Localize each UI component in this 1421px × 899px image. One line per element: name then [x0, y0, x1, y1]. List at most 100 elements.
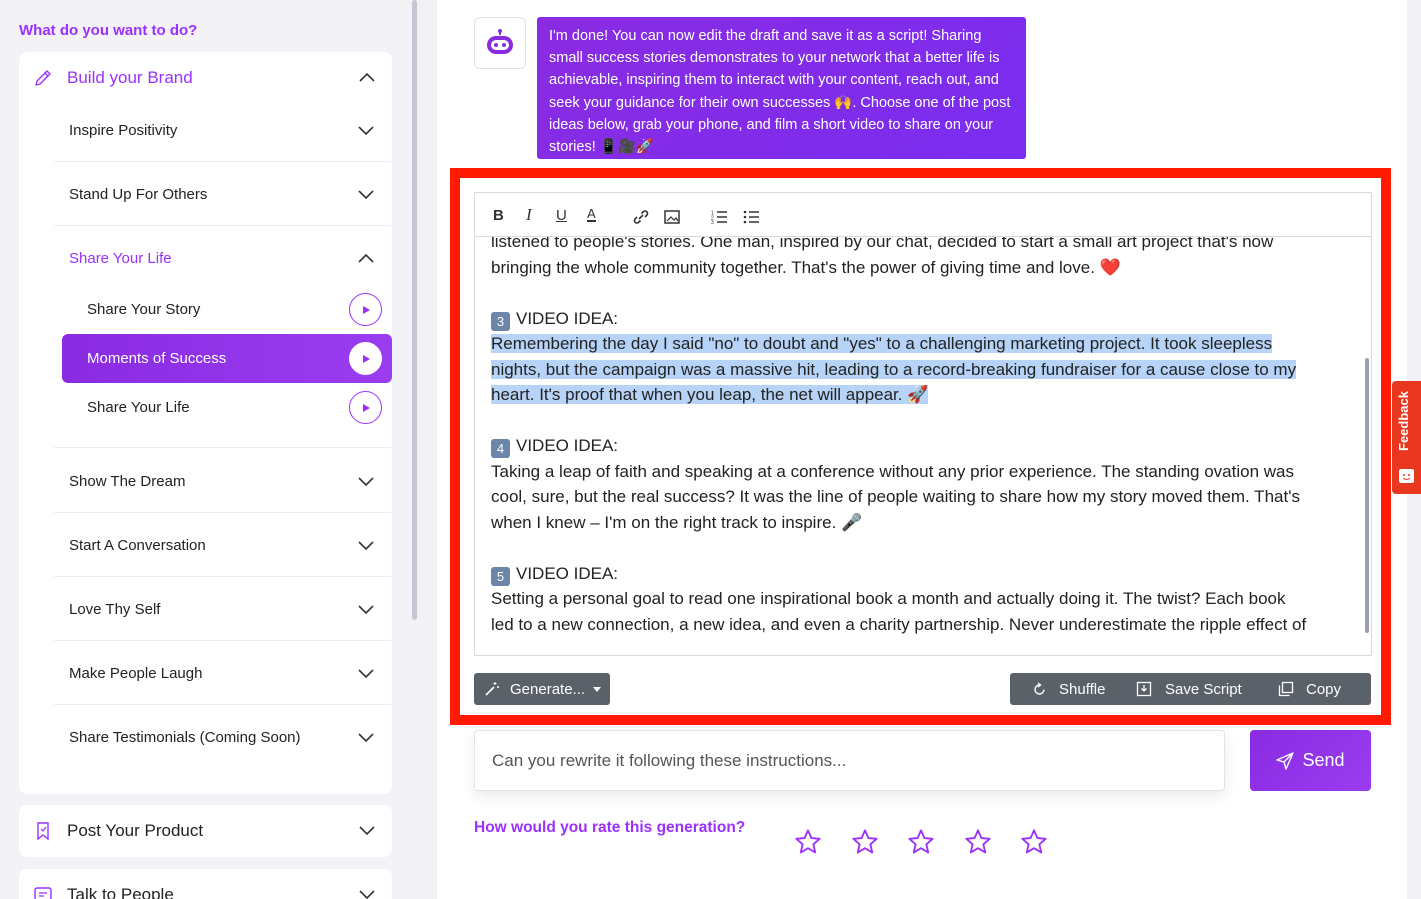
- sidebar-item-share-testimonials[interactable]: Share Testimonials (Coming Soon): [54, 705, 391, 769]
- save-icon: [1136, 681, 1152, 697]
- star-icon[interactable]: [851, 828, 879, 856]
- chevron-down-icon: [359, 826, 375, 836]
- post-product-title: Post Your Product: [67, 821, 204, 840]
- star-icon[interactable]: [964, 828, 992, 856]
- text-color-button[interactable]: A: [587, 206, 596, 222]
- sidebar-scrollbar[interactable]: [412, 0, 417, 620]
- refresh-icon: [1034, 681, 1045, 695]
- idea-heading: 5 VIDEO IDEA:: [491, 561, 1351, 587]
- post-product-card[interactable]: Post Your Product: [19, 805, 392, 857]
- bot-avatar: [474, 17, 526, 69]
- sidebar-item-label: Share Your Life: [69, 250, 172, 267]
- chevron-up-icon: [358, 253, 374, 263]
- talk-people-header[interactable]: Talk to People: [19, 869, 392, 899]
- post-product-header[interactable]: Post Your Product: [19, 805, 392, 857]
- sidebar-item-label: Stand Up For Others: [69, 186, 208, 203]
- shuffle-button[interactable]: Shuffle: [1032, 673, 1105, 705]
- play-icon[interactable]: [349, 342, 382, 375]
- idea-heading-text: VIDEO IDEA:: [516, 436, 619, 455]
- idea-heading: 3 VIDEO IDEA:: [491, 306, 1351, 332]
- text-line: heart. It's proof that when you leap, th…: [491, 382, 1351, 408]
- text-line: Setting a personal goal to read one insp…: [491, 589, 1286, 608]
- feedback-tab[interactable]: Feedback: [1392, 381, 1421, 494]
- build-brand-card: Build your Brand Inspire Positivity Stan…: [19, 52, 392, 794]
- chevron-down-icon: [358, 541, 374, 551]
- sidebar-heading: What do you want to do?: [19, 22, 198, 39]
- build-brand-title: Build your Brand: [67, 68, 193, 87]
- play-icon[interactable]: [349, 293, 382, 326]
- chevron-down-icon: [358, 605, 374, 615]
- ordered-list-icon[interactable]: 123: [711, 207, 728, 227]
- caret-down-icon: [593, 686, 602, 692]
- text-line: bringing the whole community together. T…: [491, 257, 1121, 277]
- link-icon[interactable]: [632, 207, 650, 227]
- editor-content[interactable]: listened to people's stories. One man, i…: [491, 229, 1351, 637]
- text-line: Taking a leap of faith and speaking at a…: [491, 461, 1294, 481]
- robot-icon: [487, 29, 513, 54]
- send-button[interactable]: Send: [1250, 730, 1371, 791]
- copy-label: Copy: [1306, 680, 1342, 698]
- instruction-input[interactable]: [474, 730, 1225, 791]
- generate-label: Generate...: [510, 680, 586, 698]
- star-icon[interactable]: [1020, 828, 1048, 856]
- leaf-moments-of-success[interactable]: Moments of Success: [62, 334, 392, 383]
- send-icon: [1276, 751, 1295, 770]
- sidebar: What do you want to do? Build your Brand…: [0, 0, 418, 899]
- generate-button[interactable]: Generate...: [474, 673, 610, 705]
- talk-people-title: Talk to People: [67, 885, 174, 899]
- text-line: cool, sure, but the real success? It was…: [491, 487, 1300, 506]
- leaf-label: Share Your Life: [87, 399, 190, 416]
- copy-button[interactable]: Copy: [1278, 673, 1341, 705]
- bullet-list-icon[interactable]: [743, 207, 760, 227]
- text-line: when I knew – I'm on the right track to …: [491, 512, 863, 532]
- star-icon[interactable]: [907, 828, 935, 856]
- talk-people-card[interactable]: Talk to People: [19, 869, 392, 899]
- leaf-share-your-story[interactable]: Share Your Story: [62, 285, 392, 334]
- bold-button[interactable]: B: [493, 205, 504, 225]
- sidebar-item-make-people-laugh[interactable]: Make People Laugh: [54, 641, 391, 705]
- copy-icon: [1278, 681, 1294, 697]
- editor-scrollbar[interactable]: [1365, 358, 1369, 633]
- script-editor[interactable]: B I U A 123 listened to people's stories…: [474, 192, 1372, 656]
- sidebar-item-inspire-positivity[interactable]: Inspire Positivity: [54, 98, 391, 162]
- leaf-share-your-life[interactable]: Share Your Life: [62, 383, 392, 432]
- sidebar-item-label: Inspire Positivity: [69, 122, 178, 139]
- bot-message: I'm done! You can now edit the draft and…: [537, 17, 1026, 159]
- sidebar-item-show-the-dream[interactable]: Show The Dream: [54, 449, 391, 513]
- send-label: Send: [1302, 750, 1345, 770]
- save-script-label: Save Script: [1165, 680, 1242, 698]
- bookmark-icon: [37, 822, 49, 841]
- number-badge: 3: [491, 311, 510, 331]
- chevron-up-icon: [359, 72, 375, 82]
- sidebar-item-label: Make People Laugh: [69, 665, 203, 682]
- action-button-group: Shuffle Save Script Copy: [1010, 673, 1371, 705]
- sidebar-item-love-thy-self[interactable]: Love Thy Self: [54, 577, 391, 641]
- chevron-down-icon: [358, 190, 374, 200]
- selected-text: heart. It's proof that when you leap, th…: [491, 385, 929, 404]
- svg-text:3: 3: [711, 220, 714, 226]
- idea-heading: 4 VIDEO IDEA:: [491, 433, 1351, 459]
- idea-heading-text: VIDEO IDEA:: [516, 308, 619, 328]
- chevron-down-icon: [358, 477, 374, 487]
- build-brand-header[interactable]: Build your Brand: [19, 52, 392, 104]
- play-icon[interactable]: [349, 391, 382, 424]
- underline-button[interactable]: U: [556, 205, 567, 225]
- sidebar-item-label: Start A Conversation: [69, 537, 206, 554]
- italic-button[interactable]: I: [526, 205, 532, 225]
- sidebar-item-stand-up[interactable]: Stand Up For Others: [54, 162, 391, 226]
- star-icon[interactable]: [794, 828, 822, 856]
- save-script-button[interactable]: Save Script: [1136, 673, 1242, 705]
- text-line: led to a new connection, a new idea, and…: [491, 614, 1307, 634]
- pencil-icon: [35, 70, 51, 86]
- number-badge: 5: [491, 566, 510, 586]
- shuffle-label: Shuffle: [1059, 680, 1106, 698]
- selected-text: Remembering the day I said "no" to doubt…: [491, 334, 1273, 353]
- sidebar-item-label: Show The Dream: [69, 473, 186, 490]
- feedback-label: Feedback: [1396, 391, 1411, 451]
- chevron-down-icon: [358, 733, 374, 743]
- sidebar-item-start-conversation[interactable]: Start A Conversation: [54, 513, 391, 577]
- feedback-icon: [1399, 469, 1414, 483]
- chevron-down-icon: [359, 890, 375, 899]
- number-badge: 4: [491, 439, 510, 458]
- image-icon[interactable]: [664, 207, 680, 227]
